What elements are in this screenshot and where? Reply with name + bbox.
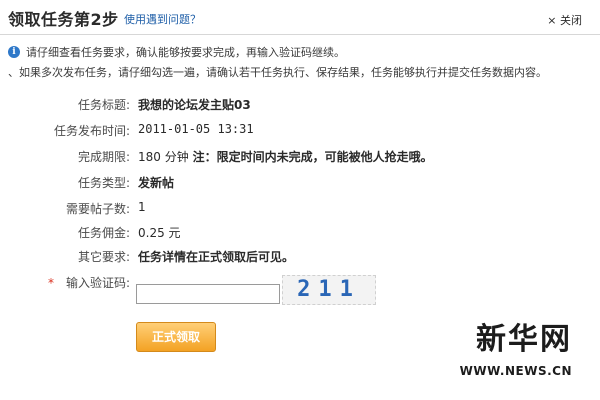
label-task-type: 任务类型: — [77, 176, 130, 190]
info-line: i 请仔细查看任务要求，确认能够按要求完成，再输入验证码继续。 — [8, 44, 345, 60]
value-other-requirements: 任务详情在正式领取后可见。 — [138, 250, 295, 264]
close-button[interactable]: × 关闭 — [547, 12, 582, 28]
value-deadline: 180 分钟 注：限定时间内未完成，可能被他人抢走哦。 — [138, 148, 433, 165]
info-text-2: 、如果多次发布任务，请仔细勾选一遍，请确认若干任务执行、保存结果，任务能够执行并… — [8, 66, 547, 79]
value-post-count: 1 — [138, 200, 146, 214]
label-deadline: 完成期限: — [77, 150, 130, 164]
info-icon: i — [8, 46, 20, 58]
claim-task-button[interactable]: 正式领取 — [136, 322, 216, 352]
deadline-note: 注：限定时间内未完成，可能被他人抢走哦。 — [192, 150, 433, 164]
label-task-title: 任务标题: — [77, 98, 130, 112]
label-commission: 任务佣金: — [77, 226, 130, 240]
value-publish-time: 2011-01-05 13:31 — [138, 122, 254, 136]
required-mark-icon: * — [48, 276, 54, 290]
label-other-requirements: 其它要求: — [77, 250, 130, 264]
label-post-count: 需要帖子数: — [65, 202, 130, 216]
page-title: 领取任务第2步 — [8, 10, 119, 29]
value-commission: 0.25 元 — [138, 226, 181, 240]
label-publish-time: 任务发布时间: — [53, 124, 130, 138]
page-header: 领取任务第2步 使用遇到问题？ × 关闭 — [0, 0, 600, 35]
value-task-title: 我想的论坛发主贴03 — [138, 98, 251, 112]
captcha-input[interactable] — [136, 284, 280, 304]
captcha-image[interactable]: 211 — [282, 275, 376, 305]
value-task-type: 发新帖 — [138, 176, 175, 190]
captcha-row: * 输入验证码: 211 — [0, 272, 600, 305]
deadline-minutes: 180 分钟 — [138, 150, 189, 164]
watermark: 新华网 WWW.NEWS.CN — [412, 314, 572, 378]
captcha-label: 输入验证码: — [65, 276, 130, 290]
help-link[interactable]: 使用遇到问题？ — [124, 11, 201, 27]
watermark-logo: 新华网 — [476, 322, 572, 357]
info-text-1: 请仔细查看任务要求，确认能够按要求完成，再输入验证码继续。 — [26, 46, 345, 59]
watermark-url: WWW.NEWS.CN — [459, 364, 572, 378]
